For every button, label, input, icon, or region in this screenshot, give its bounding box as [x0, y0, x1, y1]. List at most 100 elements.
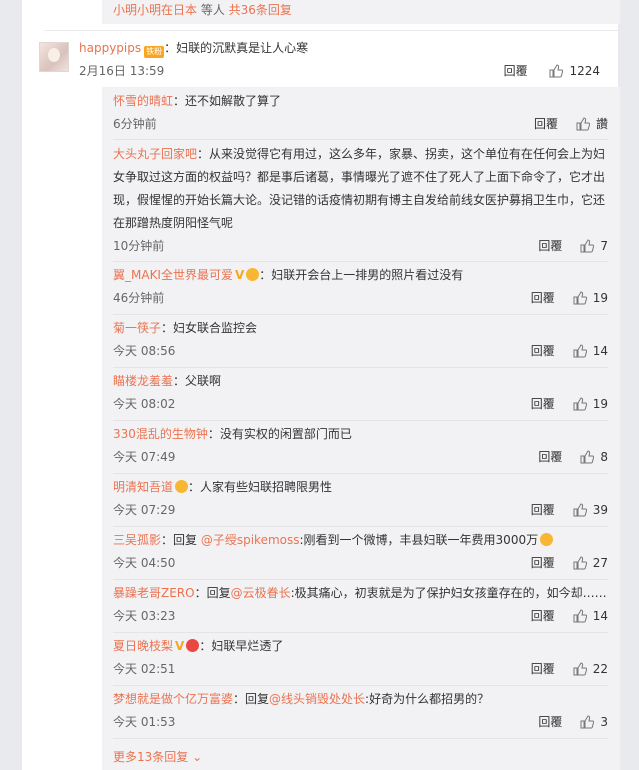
reply-text: ：妇联早烂透了: [199, 639, 284, 653]
reply-time: 46分钟前: [113, 291, 165, 305]
reply-text: ：没有实权的闲置部门而已: [207, 427, 352, 441]
reply-username[interactable]: 菊一筷子: [113, 321, 161, 335]
collapsed-replies-summary: 小明小明在日本 等人 共36条回复: [102, 0, 620, 24]
reply-actions: 回覆 22: [531, 660, 608, 677]
emoji-icon: [246, 268, 260, 281]
like-icon[interactable]: [573, 503, 587, 517]
reply-username[interactable]: 暴躁老哥ZERO: [113, 586, 195, 600]
mention-link[interactable]: @云极眷长: [231, 586, 291, 600]
like-count: 14: [592, 609, 608, 623]
like-count: 8: [600, 450, 608, 464]
reply-button[interactable]: 回覆: [531, 609, 555, 623]
mention-link[interactable]: @线头销毁处处长: [269, 692, 365, 706]
reply-username[interactable]: 夏日晚枝梨: [113, 639, 173, 653]
reply-user-link[interactable]: 小明小明在日本: [113, 3, 197, 17]
reply-text: ：人家有些妇联招聘限男性: [188, 480, 333, 494]
divider: [113, 473, 608, 474]
reply-actions: 回覆 14: [531, 607, 608, 624]
reply-button[interactable]: 回覆: [538, 239, 562, 253]
reply-username[interactable]: 大头丸子回家吧: [113, 147, 197, 161]
comment-text: ：妇联的沉默真是让人心寒: [164, 41, 309, 55]
reply-button[interactable]: 回覆: [504, 64, 528, 78]
like-count: 19: [592, 291, 608, 305]
divider: [113, 139, 608, 140]
like-icon[interactable]: [549, 64, 564, 78]
reply-prefix: ：回复: [194, 586, 231, 600]
reply-username[interactable]: 梦想就是做个亿万富婆: [113, 692, 233, 706]
reply-time: 今天 07:29: [113, 503, 176, 517]
mention-link[interactable]: @子绶spikemoss: [201, 533, 300, 547]
like-icon[interactable]: [573, 662, 587, 676]
like-icon[interactable]: [573, 291, 587, 305]
reply-time: 10分钟前: [113, 239, 165, 253]
comment-username[interactable]: happypips: [79, 41, 141, 55]
sub-replies: 怀雪的晴虹：还不如解散了算了 6分钟前 回覆 讚 大头丸子回家吧：从来没觉得它有用…: [102, 87, 620, 770]
reply-username[interactable]: 明清知吾道: [113, 480, 173, 494]
reply-button[interactable]: 回覆: [531, 397, 555, 411]
like-icon[interactable]: [573, 344, 587, 358]
like-icon[interactable]: [580, 239, 595, 253]
like-icon[interactable]: [573, 556, 587, 570]
reply-item: 翼_MAKI全世界最可爱 V ：妇联开会台上一排男的照片看过没有 46分钟前 回覆 1…: [113, 264, 608, 307]
reply-time: 今天 07:49: [113, 450, 176, 464]
reply-username[interactable]: 三吴孤影: [113, 533, 161, 547]
more-replies-link[interactable]: 更多13条回复 ⌄: [113, 748, 202, 765]
reply-item: 菊一筷子：妇女联合监控会 今天 08:56 回覆 14: [113, 317, 608, 360]
like-icon[interactable]: [573, 397, 587, 411]
verified-icon: V: [234, 268, 245, 282]
like-icon[interactable]: [576, 117, 590, 131]
divider: [44, 30, 618, 31]
reply-item: 暴躁老哥ZERO：回复@云极眷长:极其痛心，初衷就是为了保护妇女孩童存在的，如今…: [113, 582, 608, 625]
emoji-icon: [175, 480, 189, 493]
reply-username[interactable]: 330混乱的生物钟: [113, 427, 208, 441]
comment-actions: 回覆 1224: [504, 62, 600, 79]
reply-button[interactable]: 回覆: [538, 450, 562, 464]
reply-button[interactable]: 回覆: [531, 291, 555, 305]
reply-button[interactable]: 回覆: [534, 117, 558, 131]
divider: [113, 579, 608, 580]
reply-button[interactable]: 回覆: [531, 503, 555, 517]
reply-actions: 回覆 14: [531, 342, 608, 359]
reply-item: 三吴孤影：回复 @子绶spikemoss:刚看到一个微博，丰县妇联一年费用300…: [113, 529, 608, 572]
reply-button[interactable]: 回覆: [531, 662, 555, 676]
like-count: 39: [592, 503, 608, 517]
main-comment: happypips 铁粉 ：妇联的沉默真是让人心寒 2月16日 13:59 回覆 1…: [22, 38, 618, 86]
like-icon[interactable]: [580, 715, 595, 729]
reply-username[interactable]: 翼_MAKI全世界最可爱: [113, 268, 233, 282]
reply-actions: 回覆 讚: [534, 115, 608, 132]
like-icon[interactable]: [580, 450, 595, 464]
reply-button[interactable]: 回覆: [538, 715, 562, 729]
reply-username[interactable]: 怀雪的晴虹: [113, 94, 173, 108]
divider: [113, 526, 608, 527]
divider: [113, 738, 608, 739]
reply-item: 梦想就是做个亿万富婆：回复@线头销毁处处长:好奇为什么都招男的？ 今天 01:5…: [113, 688, 608, 731]
like-icon[interactable]: [573, 609, 587, 623]
reply-text: ：父联啊: [173, 374, 222, 388]
reply-prefix: ：回复: [161, 533, 201, 547]
summary-text: 等人: [197, 3, 229, 17]
all-replies-link[interactable]: 共36条回复: [229, 3, 292, 17]
reply-time: 今天 04:50: [113, 556, 176, 570]
like-count: 7: [600, 239, 608, 253]
comment-time: 2月16日 13:59: [79, 64, 165, 78]
divider: [113, 685, 608, 686]
reply-actions: 回覆 7: [538, 237, 608, 254]
divider: [113, 420, 608, 421]
reply-button[interactable]: 回覆: [531, 344, 555, 358]
avatar[interactable]: [39, 42, 69, 72]
like-count: 1224: [569, 64, 600, 78]
emoji-icon: [540, 533, 554, 546]
emoji-icon: [186, 639, 200, 652]
reply-time: 6分钟前: [113, 117, 157, 131]
like-count: 讚: [595, 117, 608, 131]
reply-item: 明清知吾道 ：人家有些妇联招聘限男性 今天 07:29 回覆 39: [113, 476, 608, 519]
divider: [113, 261, 608, 262]
reply-text: ：还不如解散了算了: [173, 94, 282, 108]
reply-actions: 回覆 19: [531, 395, 608, 412]
like-count: 27: [592, 556, 608, 570]
reply-prefix: ：回复: [233, 692, 270, 706]
reply-item: 330混乱的生物钟：没有实权的闲置部门而已 今天 07:49 回覆 8: [113, 423, 608, 466]
reply-username[interactable]: 瞄楼龙羞羞: [113, 374, 173, 388]
reply-button[interactable]: 回覆: [531, 556, 555, 570]
reply-item: 大头丸子回家吧：从来没觉得它有用过，这么多年，家暴、拐卖，这个单位有在任何会上为…: [113, 143, 608, 255]
